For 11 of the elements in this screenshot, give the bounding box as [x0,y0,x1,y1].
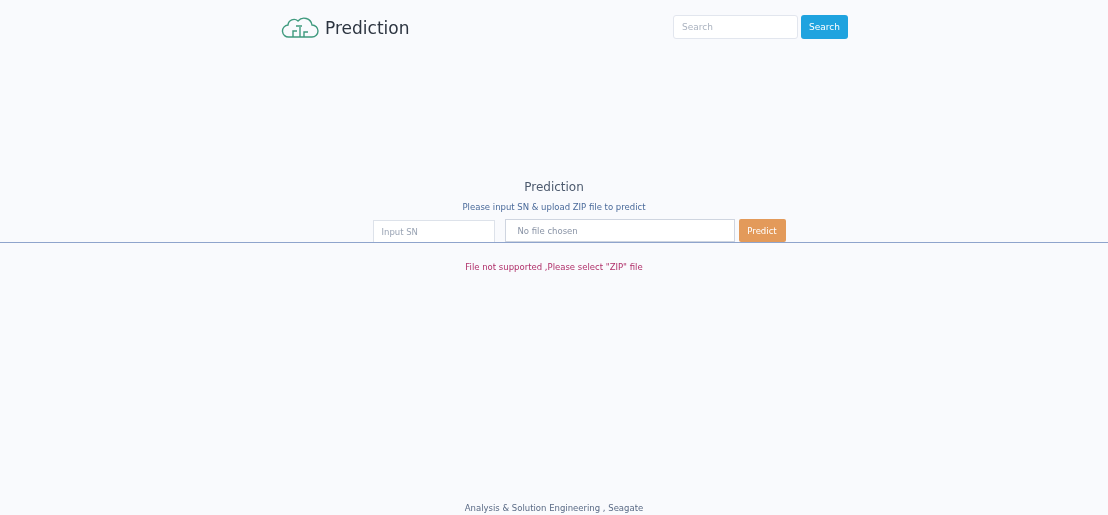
footer-text: Analysis & Solution Engineering , Seagate [463,503,645,513]
form-subtitle: Please input SN & upload ZIP file to predict [462,202,646,212]
cloud-circuit-icon [281,17,319,39]
brand-title: Prediction [325,18,410,38]
error-message: File not supported ,Please select "ZIP" file [465,262,643,272]
predict-button[interactable]: Predict [738,219,786,242]
sn-input-field[interactable]: Input SN [372,220,495,243]
form-title: Prediction [524,180,584,194]
search-field[interactable]: Search [673,14,798,39]
search-button[interactable]: Search [801,14,848,39]
file-field[interactable]: No file chosen [504,219,735,242]
